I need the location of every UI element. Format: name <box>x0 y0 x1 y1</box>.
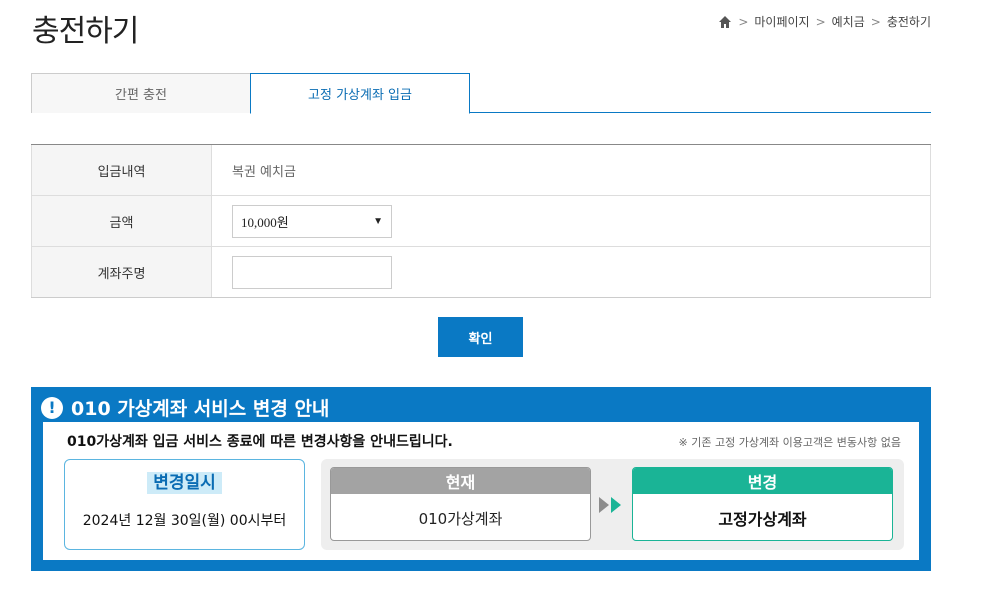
account-holder-label: 계좌주명 <box>31 247 212 297</box>
amount-selected-value: 10,000원 <box>241 214 289 230</box>
change-date-value: 2024년 12월 30일(월) 00시부터 <box>82 513 287 529</box>
form-row-account-holder: 계좌주명 <box>31 247 931 298</box>
service-change-notice: ! 010 가상계좌 서비스 변경 안내 010가상계좌 입금 서비스 종료에 … <box>31 387 931 571</box>
breadcrumb-separator: > <box>815 14 826 29</box>
amount-select[interactable]: 10,000원 ▼ <box>232 204 392 238</box>
form-row-deposit-detail: 입금내역 복권 예치금 <box>31 145 931 196</box>
notice-note: ※ 기존 고정 가상계좌 이용고객은 변동사항 없음 <box>678 436 901 449</box>
tab-fixed-virtual-account[interactable]: 고정 가상계좌 입금 <box>250 73 470 114</box>
confirm-button[interactable]: 확인 <box>438 317 523 357</box>
charge-form: 입금내역 복권 예치금 금액 10,000원 ▼ 계좌주명 <box>31 144 931 298</box>
breadcrumb-separator: > <box>738 14 749 29</box>
new-box: 변경 고정가상계좌 <box>632 467 893 541</box>
form-row-amount: 금액 10,000원 ▼ <box>31 196 931 247</box>
amount-label: 금액 <box>31 196 212 246</box>
notice-title: 010 가상계좌 서비스 변경 안내 <box>71 398 330 420</box>
breadcrumb: > 마이페이지 > 예치금 > 충전하기 <box>718 13 931 30</box>
breadcrumb-mypage[interactable]: 마이페이지 <box>754 13 809 30</box>
exclamation-icon: ! <box>41 396 63 419</box>
tab-bar: 간편 충전 고정 가상계좌 입금 <box>31 73 931 114</box>
new-label: 변경 <box>633 468 892 494</box>
new-value: 고정가상계좌 <box>718 510 807 529</box>
double-chevron-right-icon <box>599 497 621 513</box>
change-date-label: 변경일시 <box>147 472 222 494</box>
comparison-panel: 현재 010가상계좌 변경 고정가상계좌 <box>321 459 904 550</box>
deposit-detail-value: 복권 예치금 <box>212 145 931 195</box>
change-date-box: 변경일시 2024년 12월 30일(월) 00시부터 <box>64 459 305 550</box>
notice-body: 010가상계좌 입금 서비스 종료에 따른 변경사항을 안내드립니다. ※ 기존… <box>43 422 919 560</box>
page-title: 충전하기 <box>32 14 139 49</box>
current-box: 현재 010가상계좌 <box>330 467 591 541</box>
deposit-detail-label: 입금내역 <box>31 145 212 195</box>
home-icon[interactable] <box>718 15 732 29</box>
account-holder-input[interactable] <box>232 255 392 289</box>
breadcrumb-separator: > <box>870 14 881 29</box>
dropdown-caret-icon: ▼ <box>373 215 383 227</box>
current-label: 현재 <box>331 468 590 494</box>
tab-simple-charge[interactable]: 간편 충전 <box>31 73 251 113</box>
current-value: 010가상계좌 <box>418 509 503 528</box>
notice-subtitle: 010가상계좌 입금 서비스 종료에 따른 변경사항을 안내드립니다. <box>67 434 453 450</box>
breadcrumb-deposit[interactable]: 예치금 <box>832 13 865 30</box>
breadcrumb-charge[interactable]: 충전하기 <box>887 13 931 30</box>
